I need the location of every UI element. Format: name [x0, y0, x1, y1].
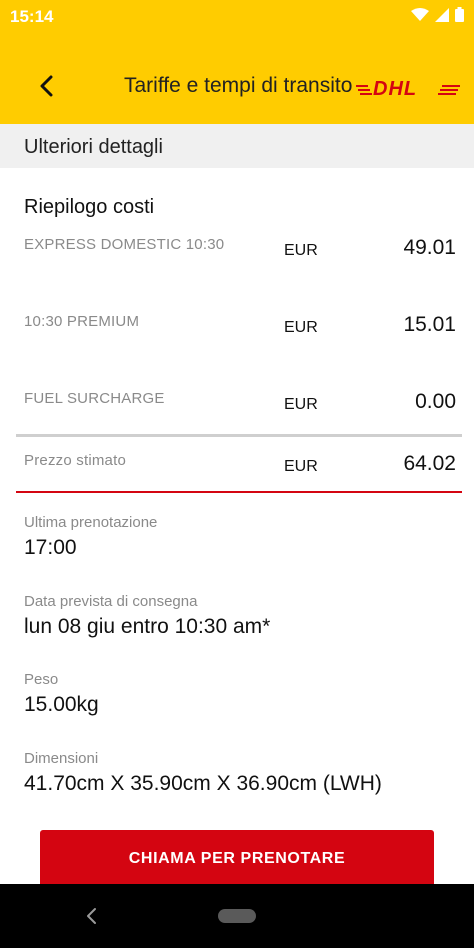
- delivery-block: Data prevista di consegna lun 08 giu ent…: [24, 593, 270, 639]
- arrow-back-icon: [40, 75, 53, 97]
- dimensions-block: Dimensioni 41.70cm X 35.90cm X 36.90cm (…: [24, 750, 382, 796]
- section-title: Ulteriori dettagli: [24, 136, 163, 158]
- battery-icon: [455, 7, 464, 22]
- signal-icon: [435, 7, 449, 22]
- last-booking-label: Ultima prenotazione: [24, 514, 158, 531]
- last-booking-value: 17:00: [24, 536, 77, 559]
- weight-block: Peso 15.00kg: [24, 671, 99, 717]
- wifi-icon: [411, 7, 429, 21]
- cost-row: 10:30 PREMIUM EUR 15.01: [0, 313, 474, 353]
- summary-title: Riepilogo costi: [24, 196, 155, 218]
- delivery-label: Data prevista di consegna: [24, 593, 198, 610]
- section-header: Ulteriori dettagli: [0, 124, 474, 168]
- call-to-book-label: CHIAMA PER PRENOTARE: [128, 850, 346, 867]
- weight-label: Peso: [24, 671, 59, 688]
- nav-back-icon[interactable]: [84, 906, 100, 926]
- cost-value: 49.01: [403, 236, 456, 259]
- page-title: Tariffe e tempi di transito: [124, 74, 353, 97]
- divider: [16, 434, 462, 437]
- cost-currency: EUR: [284, 396, 318, 413]
- cost-label: FUEL SURCHARGE: [24, 390, 165, 407]
- cost-currency: EUR: [284, 319, 318, 336]
- delivery-value: lun 08 giu entro 10:30 am*: [24, 615, 271, 638]
- nav-home-button[interactable]: [218, 909, 256, 923]
- app-header: 15:14 Tariffe e tempi di transito DHL: [0, 0, 474, 124]
- call-to-book-button[interactable]: CHIAMA PER PRENOTARE: [40, 830, 434, 888]
- cost-currency: EUR: [284, 242, 318, 259]
- dimensions-label: Dimensioni: [24, 750, 99, 767]
- total-row: Prezzo stimato EUR 64.02: [0, 452, 474, 492]
- status-icons: [411, 7, 464, 22]
- dhl-logo: DHL: [356, 78, 460, 98]
- cost-row: EXPRESS DOMESTIC 10:30 EUR 49.01: [0, 236, 474, 276]
- total-divider: [16, 491, 462, 493]
- last-booking-block: Ultima prenotazione 17:00: [24, 514, 157, 560]
- cost-value: 0.00: [415, 390, 456, 413]
- weight-value: 15.00kg: [24, 693, 99, 716]
- total-currency: EUR: [284, 458, 318, 475]
- dimensions-value: 41.70cm X 35.90cm X 36.90cm (LWH): [24, 772, 382, 795]
- status-time: 15:14: [10, 7, 54, 26]
- total-label: Prezzo stimato: [24, 452, 126, 469]
- back-button[interactable]: [30, 70, 62, 102]
- cost-row: FUEL SURCHARGE EUR 0.00: [0, 390, 474, 430]
- svg-text:DHL: DHL: [373, 78, 417, 98]
- cost-value: 15.01: [403, 313, 456, 336]
- status-bar: 15:14: [0, 0, 474, 32]
- cost-label: EXPRESS DOMESTIC 10:30: [24, 236, 225, 253]
- cost-label: 10:30 PREMIUM: [24, 313, 140, 330]
- total-value: 64.02: [403, 452, 456, 475]
